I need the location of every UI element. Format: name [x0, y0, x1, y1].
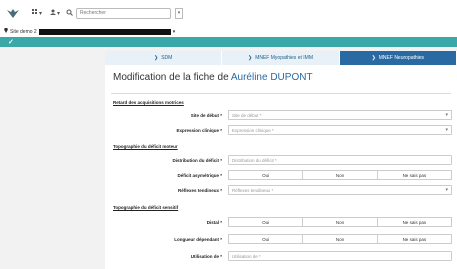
search-input[interactable]: [76, 7, 172, 19]
utilisation-de-placeholder: Utilisation de *: [232, 253, 261, 259]
option-non[interactable]: Non: [303, 235, 378, 243]
deficit-asymetrique-label: Déficit asymétrique *: [177, 173, 222, 178]
chevron-down-icon: ▾: [177, 10, 181, 16]
site-debut-placeholder: Site de début *: [232, 112, 262, 118]
option-non[interactable]: Non: [303, 171, 378, 179]
longueur-dependant-label: Longueur dépendant *: [174, 237, 222, 242]
search-scope-dropdown[interactable]: ▾: [175, 7, 184, 19]
divider: [111, 93, 451, 94]
tab-mnef-myopathies[interactable]: ❯ MNEF Myopathies et IMM: [222, 51, 340, 65]
utilisation-de-input[interactable]: Utilisation de *: [228, 251, 452, 261]
page-title: Modification de la fiche de Auréline DUP…: [113, 72, 313, 83]
user-menu-button[interactable]: ▾: [48, 9, 62, 17]
form-tabs: ❯ SDM ❯ MNEF Myopathies et IMM ❯ MNEF Ne…: [105, 51, 457, 65]
distribution-deficit-placeholder: Distribution du déficit *: [232, 157, 277, 163]
chevron-down-icon: ▾: [57, 10, 61, 17]
validation-bar: ✓: [0, 37, 457, 47]
site-label[interactable]: Site demo 2: [10, 29, 37, 35]
option-oui[interactable]: Oui: [229, 218, 304, 226]
utilisation-de-label: Utilisation de *: [190, 254, 222, 259]
arrow-right-icon: ❯: [247, 55, 253, 61]
site-bar: Site demo 2 ▾: [0, 26, 457, 37]
leaf-logo-icon[interactable]: [6, 7, 20, 19]
chevron-down-icon: ▾: [39, 10, 43, 17]
expression-clinique-label: Expression clinique *: [176, 128, 222, 133]
distribution-deficit-input[interactable]: Distribution du déficit *: [228, 155, 452, 165]
section-title-topographie-sensitif: Topographie du déficit sensitif: [113, 205, 179, 210]
tab-label: SDM: [161, 55, 173, 61]
location-pin-icon: [4, 27, 8, 35]
grid-icon: [32, 9, 38, 17]
reflexes-tendineux-select[interactable]: Réflexes tendineux * ▾: [228, 185, 452, 195]
tab-sdm[interactable]: ❯ SDM: [105, 51, 223, 65]
expression-clinique-placeholder: Expression clinique *: [232, 127, 274, 133]
user-icon: [50, 9, 57, 17]
site-debut-label: Site de début *: [190, 113, 222, 118]
chevron-down-icon: ▾: [445, 112, 448, 118]
reflexes-tendineux-label: Réflexes tendineux *: [177, 188, 222, 193]
redacted-site-name: [38, 28, 171, 35]
option-oui[interactable]: Oui: [229, 171, 304, 179]
chevron-down-icon[interactable]: ▾: [173, 29, 176, 35]
chevron-down-icon: ▾: [445, 187, 448, 193]
check-icon[interactable]: ✓: [8, 38, 14, 46]
patient-name: Auréline DUPONT: [230, 72, 313, 83]
option-oui[interactable]: Oui: [229, 235, 304, 243]
section-title-topographie-moteur: Topographie du déficit moteur: [113, 144, 178, 149]
arrow-right-icon: ❯: [371, 55, 376, 61]
option-ne-sais-pas[interactable]: Ne sais pas: [377, 218, 451, 226]
section-title-retard: Retard des acquisitions motrices: [113, 100, 184, 105]
distal-label: Distal *: [206, 220, 222, 225]
deficit-asymetrique-choice: Oui Non Ne sais pas: [228, 170, 452, 180]
distribution-deficit-label: Distribution du déficit *: [172, 158, 223, 163]
option-non[interactable]: Non: [303, 218, 378, 226]
expression-clinique-select[interactable]: Expression clinique * ▾: [228, 125, 452, 135]
distal-choice: Oui Non Ne sais pas: [228, 217, 452, 227]
page-title-prefix: Modification de la fiche de: [113, 72, 229, 83]
search-box: [66, 7, 172, 19]
site-debut-select[interactable]: Site de début * ▾: [228, 110, 452, 120]
arrow-right-icon: ❯: [154, 55, 159, 61]
tab-label: MNEF Myopathies et IMM: [255, 55, 313, 61]
reflexes-tendineux-placeholder: Réflexes tendineux *: [232, 187, 274, 193]
chevron-down-icon: ▾: [445, 127, 448, 133]
top-toolbar: ▾ ▾ ▾: [0, 0, 457, 26]
tab-label: MNEF Neuropathies: [378, 55, 425, 61]
longueur-dependant-choice: Oui Non Ne sais pas: [228, 234, 452, 244]
option-ne-sais-pas[interactable]: Ne sais pas: [377, 235, 451, 243]
form-panel: ❯ SDM ❯ MNEF Myopathies et IMM ❯ MNEF Ne…: [105, 51, 457, 269]
search-icon[interactable]: [66, 9, 73, 18]
tab-mnef-neuropathies[interactable]: ❯ MNEF Neuropathies: [339, 51, 457, 65]
option-ne-sais-pas[interactable]: Ne sais pas: [377, 171, 451, 179]
apps-menu-button[interactable]: ▾: [30, 9, 44, 17]
